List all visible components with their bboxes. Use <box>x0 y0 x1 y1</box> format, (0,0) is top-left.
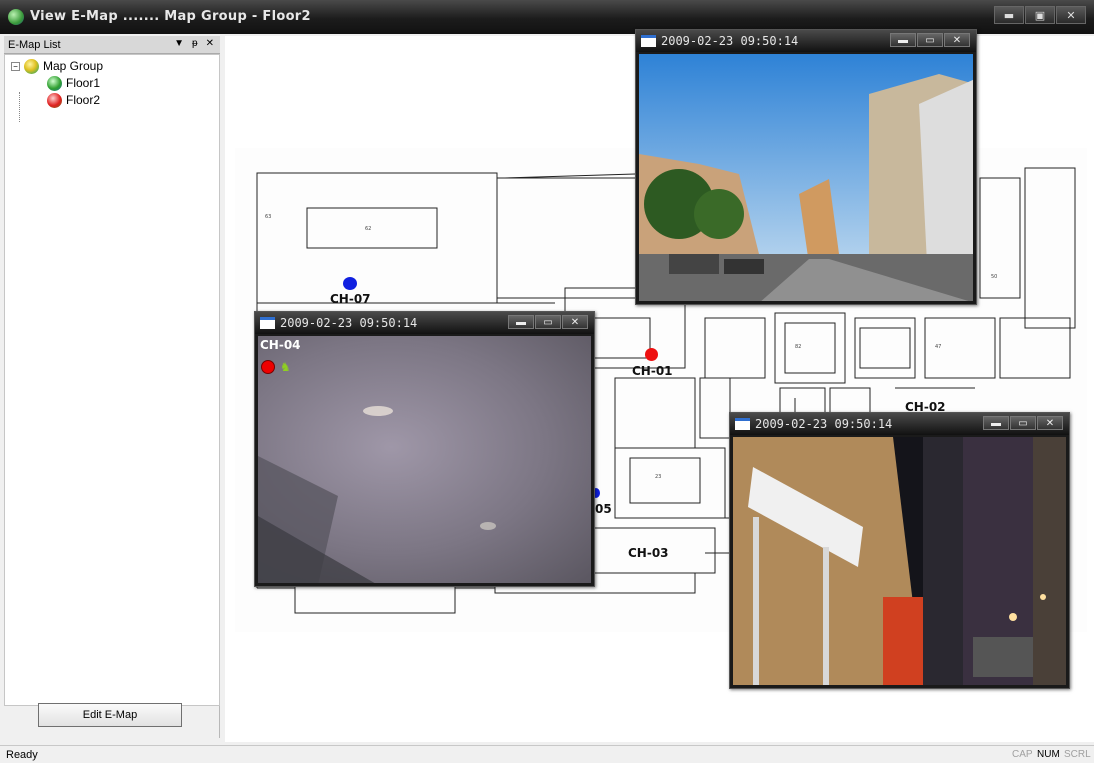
camera-video-feed[interactable] <box>733 437 1066 685</box>
camera-marker-ch07[interactable] <box>343 277 357 290</box>
popup-title-bar[interactable]: 2009-02-23 09:50:14 ▬ ▭ ✕ <box>255 312 594 334</box>
popup-close-button[interactable]: ✕ <box>562 315 588 329</box>
svg-text:62: 62 <box>365 226 371 232</box>
tree-item-floor1[interactable]: Floor1 <box>47 75 100 91</box>
street-scene-image <box>639 54 973 301</box>
emap-tree: − Map Group Floor1 Floor2 <box>4 54 220 706</box>
emap-list-panel: E-Map List ▼ ᵽ ✕ − Map Group Floor1 Floo… <box>4 36 220 738</box>
alarm-icon <box>261 360 275 374</box>
motion-icon: ♞ <box>280 360 291 374</box>
panel-title: E-Map List <box>8 38 61 51</box>
svg-text:50: 50 <box>991 274 997 280</box>
popup-minimize-button[interactable]: ▬ <box>983 416 1009 430</box>
tree-item-label: Floor1 <box>66 76 101 90</box>
scroll-lock-indicator: SCRL <box>1064 749 1091 760</box>
maximize-button[interactable]: ▣ <box>1025 6 1055 24</box>
channel-label-ch03: CH-03 <box>628 546 669 560</box>
window-icon <box>260 317 275 329</box>
edit-emap-button[interactable]: Edit E-Map <box>38 703 182 727</box>
map-group-icon <box>24 58 39 74</box>
dropdown-icon[interactable]: ▼ <box>174 38 184 49</box>
night-street-image <box>733 437 1066 685</box>
popup-title-bar[interactable]: 2009-02-23 09:50:14 ▬ ▭ ✕ <box>636 30 976 52</box>
emap-window: View E-Map ....... Map Group - Floor2 ▬ … <box>0 0 1094 763</box>
svg-text:47: 47 <box>935 344 941 350</box>
minimize-button[interactable]: ▬ <box>994 6 1024 24</box>
popup-close-button[interactable]: ✕ <box>1037 416 1063 430</box>
tree-item-label: Map Group <box>43 59 104 73</box>
camera-video-feed[interactable]: CH-04 ♞ <box>258 336 591 583</box>
channel-label-ch05: 05 <box>595 502 612 516</box>
popup-minimize-button[interactable]: ▬ <box>508 315 534 329</box>
popup-maximize-button[interactable]: ▭ <box>535 315 561 329</box>
channel-label-ch01: CH-01 <box>632 364 673 378</box>
pin-icon[interactable]: ᵽ <box>192 38 198 49</box>
window-title: View E-Map ....... Map Group - Floor2 <box>30 9 311 24</box>
window-controls: ▬ ▣ ✕ <box>993 6 1086 24</box>
popup-minimize-button[interactable]: ▬ <box>890 33 916 47</box>
svg-text:82: 82 <box>795 344 801 350</box>
window-icon <box>735 418 750 430</box>
floor-map-icon <box>47 75 62 91</box>
popup-maximize-button[interactable]: ▭ <box>1010 416 1036 430</box>
caps-lock-indicator: CAP <box>1012 749 1033 760</box>
status-text: Ready <box>6 749 38 761</box>
close-icon[interactable]: ✕ <box>206 38 214 49</box>
close-button[interactable]: ✕ <box>1056 6 1086 24</box>
channel-overlay-label: CH-04 <box>260 338 301 352</box>
panel-header: E-Map List ▼ ᵽ ✕ <box>4 36 220 54</box>
tree-item-label: Floor2 <box>66 93 101 107</box>
popup-timestamp: 2009-02-23 09:50:14 <box>661 34 799 48</box>
svg-text:23: 23 <box>655 474 661 480</box>
tree-item-floor2[interactable]: Floor2 <box>47 92 100 108</box>
camera-video-feed[interactable] <box>639 54 973 301</box>
channel-label-ch07: CH-07 <box>330 292 371 306</box>
popup-timestamp: 2009-02-23 09:50:14 <box>280 316 418 330</box>
camera-popup-ch04[interactable]: 2009-02-23 09:50:14 ▬ ▭ ✕ CH-04 ♞ <box>254 311 595 587</box>
tree-item-map-group[interactable]: − Map Group <box>11 58 103 74</box>
popup-maximize-button[interactable]: ▭ <box>917 33 943 47</box>
globe-icon <box>8 9 24 25</box>
camera-popup-street[interactable]: 2009-02-23 09:50:14 ▬ ▭ ✕ <box>635 29 977 305</box>
popup-title-bar[interactable]: 2009-02-23 09:50:14 ▬ ▭ ✕ <box>730 413 1069 435</box>
num-lock-indicator: NUM <box>1037 749 1060 760</box>
popup-timestamp: 2009-02-23 09:50:14 <box>755 417 893 431</box>
svg-text:63: 63 <box>265 214 271 220</box>
floor-map-alarm-icon <box>47 92 62 108</box>
camera-popup-night-street[interactable]: 2009-02-23 09:50:14 ▬ ▭ ✕ <box>729 412 1070 689</box>
collapse-toggle-icon[interactable]: − <box>11 61 20 71</box>
camera-marker-ch01[interactable] <box>645 348 658 361</box>
window-icon <box>641 35 656 47</box>
foggy-scene-image <box>258 406 496 583</box>
popup-close-button[interactable]: ✕ <box>944 33 970 47</box>
status-bar: Ready CAP NUM SCRL <box>0 745 1094 763</box>
tree-connector <box>19 92 20 122</box>
